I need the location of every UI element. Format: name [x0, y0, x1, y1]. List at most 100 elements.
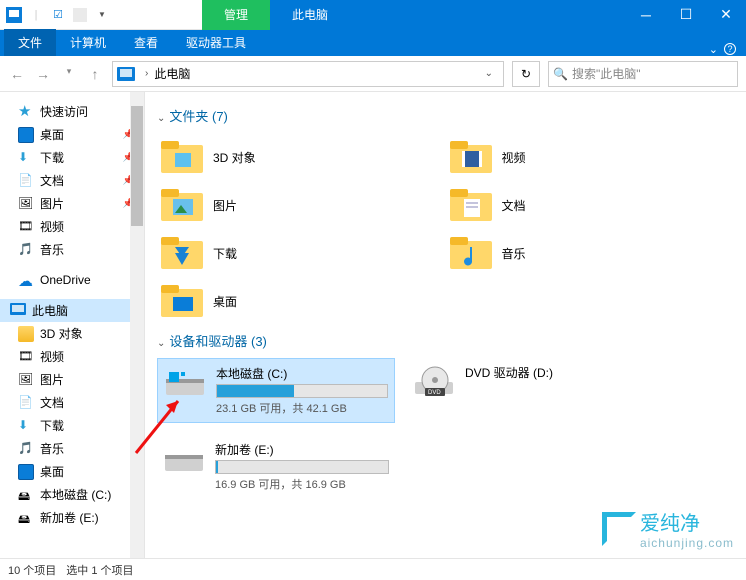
- folder-music[interactable]: 音乐: [446, 229, 735, 277]
- drive-name: 本地磁盘 (C:): [216, 365, 388, 382]
- picture-icon: 🖼: [18, 196, 34, 212]
- drive-dvd[interactable]: DVD DVD 驱动器 (D:): [407, 358, 645, 423]
- watermark: 爱纯净 aichunjing.com: [602, 507, 734, 550]
- sidebar-item-desktop[interactable]: 桌面📌: [0, 123, 144, 146]
- back-button[interactable]: ←: [8, 66, 26, 82]
- group-label: 设备和驱动器 (3): [169, 334, 267, 349]
- watermark-logo: [602, 512, 636, 546]
- folder-documents[interactable]: 文档: [446, 181, 735, 229]
- tab-computer[interactable]: 计算机: [56, 29, 120, 56]
- sidebar-label: 此电脑: [32, 302, 68, 319]
- picture-icon: 🖼: [18, 372, 34, 388]
- sidebar-scrollbar[interactable]: [130, 92, 144, 558]
- group-label: 文件夹 (7): [169, 109, 228, 124]
- close-button[interactable]: ✕: [706, 0, 746, 30]
- folder-icon: [450, 139, 492, 175]
- folder-label: 下载: [213, 245, 237, 262]
- forward-button[interactable]: →: [34, 66, 52, 82]
- folder-icon: [18, 326, 34, 342]
- qat-dropdown-icon[interactable]: ▼: [92, 5, 112, 25]
- ribbon-expand-icon[interactable]: ⌄: [709, 43, 718, 56]
- folder-downloads[interactable]: 下载: [157, 229, 446, 277]
- sidebar-label: 音乐: [40, 241, 64, 258]
- folder-icon: [161, 283, 203, 319]
- sidebar-onedrive[interactable]: ☁OneDrive: [0, 269, 144, 291]
- drive-info: 新加卷 (E:) 16.9 GB 可用，共 16.9 GB: [215, 441, 389, 492]
- scrollbar-thumb[interactable]: [131, 106, 143, 226]
- sidebar-item-pictures[interactable]: 🖼图片📌: [0, 192, 144, 215]
- help-icon[interactable]: ?: [724, 43, 736, 55]
- sidebar-label: 桌面: [40, 126, 64, 143]
- document-icon: 📄: [18, 395, 34, 411]
- sidebar-item-music2[interactable]: 🎵音乐: [0, 437, 144, 460]
- sidebar-item-desktop2[interactable]: 桌面: [0, 460, 144, 483]
- refresh-button[interactable]: ↻: [512, 61, 540, 87]
- qat-item[interactable]: [70, 5, 90, 25]
- sidebar-item-drive-c[interactable]: 🖴本地磁盘 (C:): [0, 483, 144, 506]
- maximize-button[interactable]: ☐: [666, 0, 706, 30]
- folder-desktop[interactable]: 桌面: [157, 277, 446, 325]
- music-icon: 🎵: [18, 242, 34, 258]
- sidebar-item-videos2[interactable]: 🎞视频: [0, 345, 144, 368]
- sidebar-item-drive-e[interactable]: 🖴新加卷 (E:): [0, 506, 144, 529]
- folder-3d[interactable]: 3D 对象: [157, 133, 446, 181]
- search-input[interactable]: 🔍 搜索"此电脑": [548, 61, 738, 87]
- drive-status: 16.9 GB 可用，共 16.9 GB: [215, 476, 389, 492]
- sidebar-item-videos[interactable]: 🎞 视频: [0, 215, 144, 238]
- sidebar-item-downloads2[interactable]: ⬇下载: [0, 414, 144, 437]
- group-folders[interactable]: ⌄ 文件夹 (7): [157, 106, 734, 125]
- sidebar-label: 视频: [40, 218, 64, 235]
- folder-label: 桌面: [213, 293, 237, 310]
- address-dropdown-icon[interactable]: ⌄: [479, 68, 499, 79]
- sidebar-label: 快速访问: [40, 103, 88, 120]
- breadcrumb-chevron-icon[interactable]: ›: [139, 68, 154, 79]
- qat-sep: |: [26, 5, 46, 25]
- music-icon: 🎵: [18, 441, 34, 457]
- folder-icon: [161, 187, 203, 223]
- sidebar-label: 图片: [40, 371, 64, 388]
- drive-c[interactable]: 本地磁盘 (C:) 23.1 GB 可用，共 42.1 GB: [157, 358, 395, 423]
- sidebar-item-music[interactable]: 🎵 音乐: [0, 238, 144, 261]
- pc-icon: [10, 303, 26, 319]
- minimize-button[interactable]: ─: [626, 0, 666, 30]
- sidebar-item-downloads[interactable]: ⬇下载📌: [0, 146, 144, 169]
- breadcrumb[interactable]: 此电脑: [154, 65, 478, 82]
- sidebar-thispc[interactable]: 此电脑: [0, 299, 144, 322]
- contextual-tab-manage[interactable]: 管理: [202, 0, 270, 30]
- tab-file[interactable]: 文件: [4, 29, 56, 56]
- tab-drive-tools[interactable]: 驱动器工具: [172, 29, 260, 56]
- sidebar-label: 图片: [40, 195, 64, 212]
- folder-pictures[interactable]: 图片: [157, 181, 446, 229]
- ribbon-tabs: 文件 计算机 查看 驱动器工具 ⌄ ?: [0, 30, 746, 56]
- folder-label: 3D 对象: [213, 149, 256, 166]
- drive-e[interactable]: 新加卷 (E:) 16.9 GB 可用，共 16.9 GB: [157, 435, 395, 498]
- sidebar-item-documents2[interactable]: 📄文档: [0, 391, 144, 414]
- desktop-icon: [18, 127, 34, 143]
- sidebar-label: 桌面: [40, 463, 64, 480]
- folder-label: 音乐: [502, 245, 526, 262]
- sidebar-item-pictures2[interactable]: 🖼 图片: [0, 368, 144, 391]
- drive-icon: [164, 365, 206, 401]
- sidebar-quick-access[interactable]: ★ 快速访问: [0, 100, 144, 123]
- chevron-down-icon: ⌄: [157, 113, 165, 124]
- search-icon: 🔍: [553, 67, 568, 81]
- sidebar-item-documents[interactable]: 📄文档📌: [0, 169, 144, 192]
- status-item-count: 10 个项目: [8, 562, 56, 578]
- sidebar-label: 新加卷 (E:): [40, 509, 99, 526]
- sidebar-label: 下载: [40, 149, 64, 166]
- qat-checkbox[interactable]: ☑: [48, 5, 68, 25]
- sidebar-label: OneDrive: [40, 273, 91, 287]
- address-bar[interactable]: › 此电脑 ⌄: [112, 61, 504, 87]
- folder-videos[interactable]: 视频: [446, 133, 735, 181]
- drive-info: DVD 驱动器 (D:): [465, 364, 639, 417]
- up-button[interactable]: ↑: [86, 66, 104, 82]
- chevron-down-icon: ⌄: [157, 338, 165, 349]
- sidebar-item-3d[interactable]: 3D 对象: [0, 322, 144, 345]
- recent-dropdown-icon[interactable]: ▾: [60, 66, 78, 82]
- sidebar-label: 视频: [40, 348, 64, 365]
- tab-view[interactable]: 查看: [120, 29, 172, 56]
- drive-usage-bar: [215, 460, 389, 474]
- address-icon: [117, 65, 135, 83]
- group-drives[interactable]: ⌄ 设备和驱动器 (3): [157, 331, 734, 350]
- video-icon: 🎞: [18, 219, 34, 235]
